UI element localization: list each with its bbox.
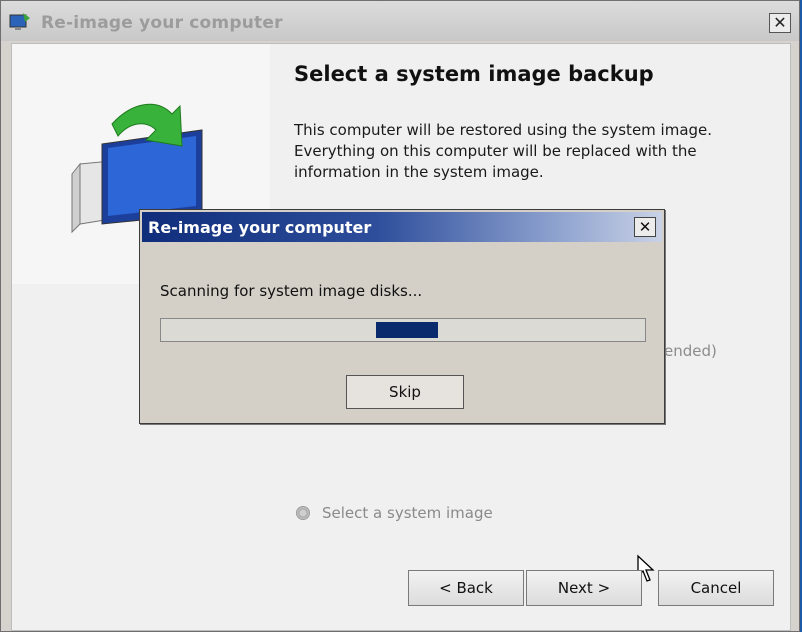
- dialog-close-button[interactable]: ✕: [634, 217, 656, 237]
- cancel-button[interactable]: Cancel: [658, 570, 774, 606]
- dialog-titlebar[interactable]: Re-image your computer ✕: [142, 212, 662, 242]
- back-button[interactable]: < Back: [408, 570, 524, 606]
- window-titlebar[interactable]: Re-image your computer ✕: [1, 1, 799, 41]
- progress-marquee-chunk: [376, 322, 438, 338]
- recommended-option-fragment: ended): [664, 342, 717, 360]
- page-description: This computer will be restored using the…: [294, 121, 713, 181]
- skip-button[interactable]: Skip: [346, 375, 464, 409]
- select-system-image-radio[interactable]: Select a system image: [296, 504, 493, 522]
- scanning-dialog: Re-image your computer ✕ Scanning for sy…: [139, 209, 665, 424]
- dialog-title: Re-image your computer: [148, 218, 372, 237]
- next-button[interactable]: Next >: [526, 570, 642, 606]
- page-title: Select a system image backup: [294, 62, 654, 86]
- window-title: Re-image your computer: [41, 13, 283, 33]
- select-system-image-label: Select a system image: [322, 504, 493, 522]
- window-close-button[interactable]: ✕: [769, 13, 791, 33]
- scanning-status-text: Scanning for system image disks...: [160, 282, 423, 300]
- radio-button-icon[interactable]: [296, 506, 310, 520]
- restore-app-icon: [9, 13, 30, 30]
- scan-progress-bar: [160, 318, 646, 342]
